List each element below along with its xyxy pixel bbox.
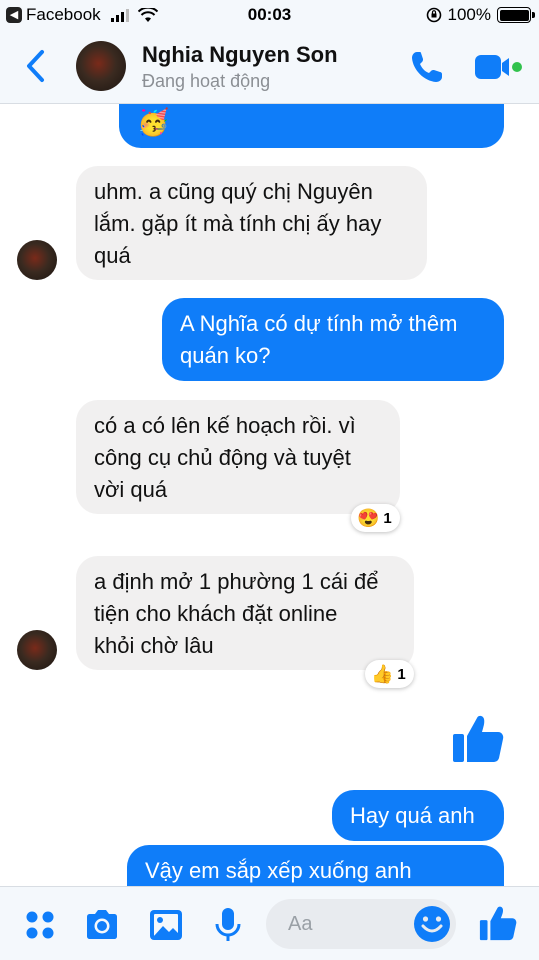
battery-level (499, 9, 529, 21)
message-line: có a có lên kế hoạch rồi. vì (94, 413, 356, 438)
reaction-count: 1 (397, 665, 406, 683)
message-line: lắm. gặp ít mà tính chị ấy hay (94, 211, 382, 236)
message-line: tiện cho khách đặt online (94, 601, 338, 626)
conversation-header: Nghia Nguyen Son Đang hoạt động (0, 30, 539, 104)
contact-avatar[interactable] (76, 41, 126, 91)
reaction-count: 1 (383, 509, 392, 527)
thumbs-up-icon[interactable] (478, 903, 518, 943)
rotation-lock-icon (426, 7, 441, 23)
message-incoming[interactable]: uhm. a cũng quý chị Nguyên lắm. gặp ít m… (76, 166, 427, 280)
message-outgoing-emoji[interactable]: 🥳 (119, 104, 504, 148)
party-face-emoji: 🥳 (137, 107, 170, 137)
message-list[interactable]: 🥳 uhm. a cũng quý chị Nguyên lắm. gặp ít… (0, 104, 539, 886)
microphone-icon[interactable] (208, 905, 248, 945)
composer-bar: Aa (0, 886, 539, 960)
message-line: a định mở 1 phường 1 cái để (94, 569, 379, 594)
contact-status: Đang hoạt động (142, 71, 271, 91)
image-icon[interactable] (146, 905, 186, 945)
like-sticker-icon[interactable] (450, 710, 506, 766)
message-line: công cụ chủ động và tuyệt (94, 445, 351, 470)
smile-icon[interactable] (412, 904, 452, 944)
message-incoming[interactable]: a định mở 1 phường 1 cái để tiện cho khá… (76, 556, 414, 670)
message-incoming[interactable]: có a có lên kế hoạch rồi. vì công cụ chủ… (76, 400, 400, 514)
message-outgoing[interactable]: Hay quá anh (332, 790, 504, 841)
message-line: Hay quá anh (350, 803, 475, 828)
message-line: vời quá (94, 477, 168, 502)
sender-avatar[interactable] (17, 240, 57, 280)
message-line: quán ko? (180, 343, 271, 368)
message-outgoing[interactable]: Vậy em sắp xếp xuống anh (127, 845, 504, 886)
battery-percent: 100% (447, 5, 491, 24)
sender-avatar[interactable] (17, 630, 57, 670)
camera-icon[interactable] (82, 905, 122, 945)
message-line: uhm. a cũng quý chị Nguyên (94, 179, 373, 204)
menu-dots-icon[interactable] (20, 905, 60, 945)
message-outgoing[interactable]: A Nghĩa có dự tính mở thêm quán ko? (162, 298, 504, 381)
status-bar: ◀ Facebook 00:03 100% (0, 0, 539, 30)
message-reaction[interactable]: 👍 1 (365, 660, 414, 688)
heart-eyes-emoji: 😍 (357, 508, 380, 528)
message-line: A Nghĩa có dự tính mở thêm (180, 311, 458, 336)
battery-icon (497, 7, 535, 23)
phone-call-icon[interactable] (408, 48, 446, 86)
message-reaction[interactable]: 😍 1 (351, 504, 400, 532)
message-line: khỏi chờ lâu (94, 633, 214, 658)
video-call-button[interactable] (474, 52, 522, 82)
contact-name[interactable]: Nghia Nguyen Son (142, 42, 338, 68)
message-line: Vậy em sắp xếp xuống anh (145, 858, 412, 883)
back-chevron-icon[interactable] (22, 48, 52, 84)
active-indicator (512, 62, 522, 72)
thumbs-up-emoji: 👍 (371, 664, 394, 684)
message-line: quá (94, 243, 131, 268)
